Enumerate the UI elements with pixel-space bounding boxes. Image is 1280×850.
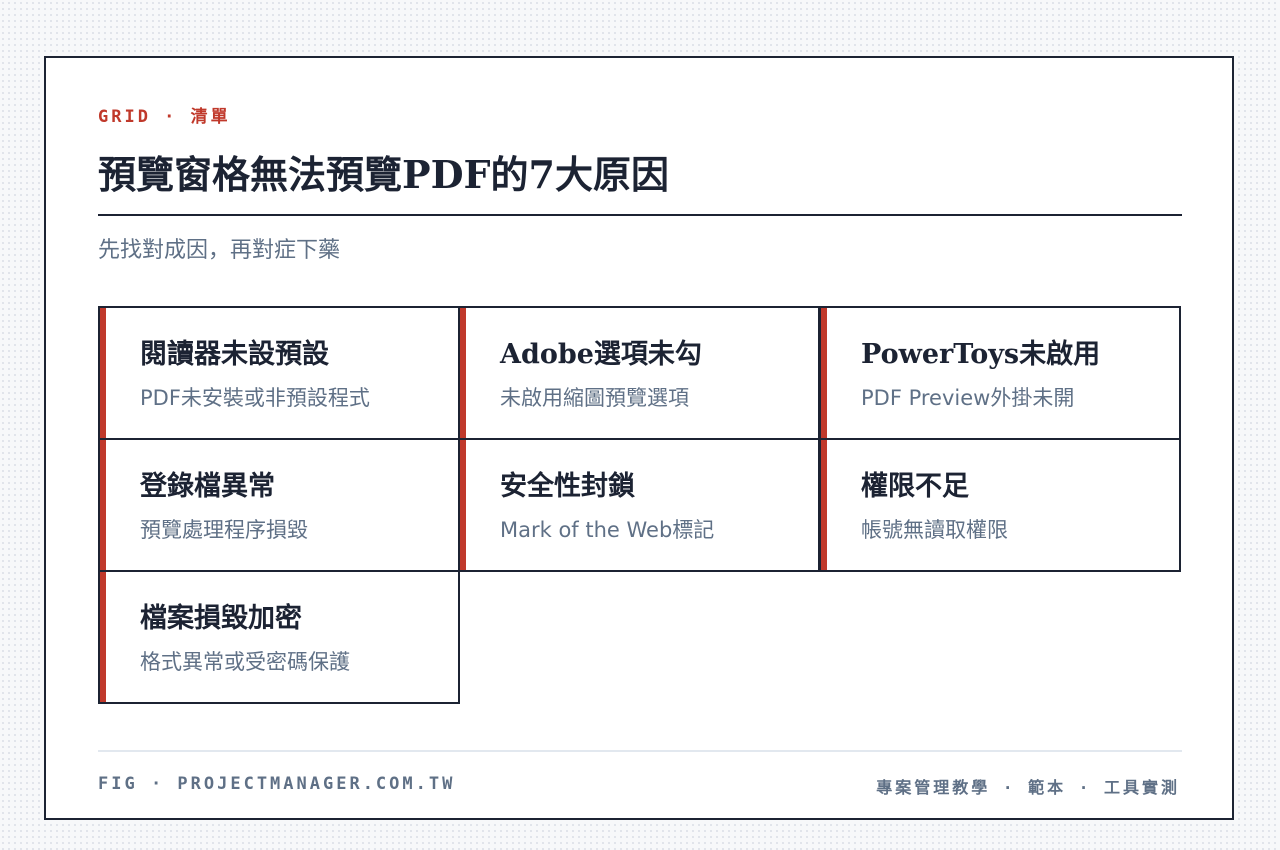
page-subtitle: 先找對成因，再對症下藥 (98, 238, 341, 263)
reason-description: PDF未安裝或非預設程式 (140, 386, 370, 410)
reason-description: 帳號無讀取權限 (861, 518, 1008, 542)
reason-title: 閱讀器未設預設 (140, 339, 329, 370)
reason-card-1: 閱讀器未設預設 PDF未安裝或非預設程式 (98, 306, 460, 440)
infographic-card: GRID · 清單 預覽窗格無法預覽PDF的7大原因 先找對成因，再對症下藥 閱… (44, 56, 1234, 820)
footer-divider (98, 750, 1182, 752)
footer-tags: 專案管理教學 · 範本 · 工具實測 (876, 778, 1180, 797)
reason-card-3: PowerToys未啟用 PDF Preview外掛未開 (819, 306, 1181, 440)
reason-title: 檔案損毀加密 (140, 603, 302, 634)
reason-card-4: 登錄檔異常 預覽處理程序損毀 (98, 438, 460, 572)
reason-card-7: 檔案損毀加密 格式異常或受密碼保護 (98, 570, 460, 704)
reason-card-6: 權限不足 帳號無讀取權限 (819, 438, 1181, 572)
reason-title: Adobe選項未勾 (500, 339, 702, 370)
reason-description: 預覽處理程序損毀 (140, 518, 308, 542)
reasons-grid: 閱讀器未設預設 PDF未安裝或非預設程式 Adobe選項未勾 未啟用縮圖預覽選項… (98, 306, 1184, 706)
reason-title: 登錄檔異常 (140, 471, 275, 502)
reason-description: 未啟用縮圖預覽選項 (500, 386, 689, 410)
reason-description: Mark of the Web標記 (500, 518, 715, 542)
reason-description: 格式異常或受密碼保護 (140, 650, 350, 674)
page-title: 預覽窗格無法預覽PDF的7大原因 (98, 152, 669, 197)
reason-card-5: 安全性封鎖 Mark of the Web標記 (458, 438, 820, 572)
eyebrow-label: GRID · 清單 (98, 107, 231, 127)
reason-title: 權限不足 (861, 471, 969, 502)
reason-title: PowerToys未啟用 (861, 339, 1101, 370)
reason-description: PDF Preview外掛未開 (861, 386, 1075, 410)
reason-title: 安全性封鎖 (500, 471, 635, 502)
reason-card-2: Adobe選項未勾 未啟用縮圖預覽選項 (458, 306, 820, 440)
title-divider (98, 214, 1182, 216)
footer-source: FIG · PROJECTMANAGER.COM.TW (98, 774, 456, 794)
